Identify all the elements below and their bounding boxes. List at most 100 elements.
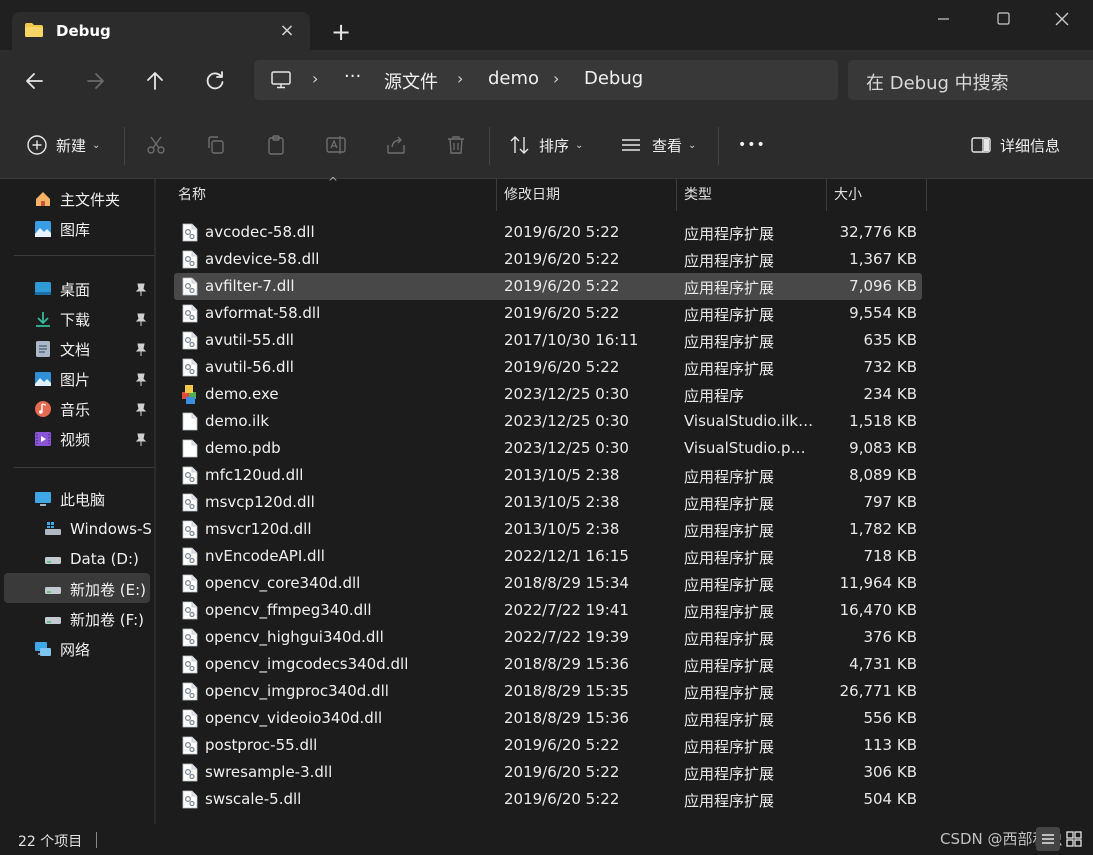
breadcrumb-overflow[interactable]: ··· xyxy=(344,66,361,87)
nav-item-home[interactable]: 主文件夹 xyxy=(34,185,120,213)
nav-item-desktop[interactable]: 桌面 xyxy=(34,275,90,303)
more-options-button[interactable]: ••• xyxy=(738,131,766,159)
pin-icon[interactable] xyxy=(135,373,147,387)
file-row[interactable]: demo.exe 2023/12/25 0:30 应用程序 234 KB xyxy=(174,381,922,408)
file-name: opencv_imgproc340d.dll xyxy=(205,682,389,700)
rename-button[interactable] xyxy=(325,131,347,159)
copy-button[interactable] xyxy=(205,131,227,159)
file-date: 2018/8/29 15:34 xyxy=(504,574,629,592)
view-button[interactable]: 查看 ⌄ xyxy=(620,131,696,159)
share-button[interactable] xyxy=(385,131,407,159)
file-row[interactable]: mfc120ud.dll 2013/10/5 2:38 应用程序扩展 8,089 KB xyxy=(174,462,922,489)
breadcrumb-item[interactable]: demo xyxy=(488,68,539,89)
nav-item-music[interactable]: 音乐 xyxy=(34,395,90,423)
nav-item-videos[interactable]: 视频 xyxy=(34,425,90,453)
file-row[interactable]: demo.ilk 2023/12/25 0:30 VisualStudio.ilk.… xyxy=(174,408,922,435)
file-date: 2019/6/20 5:22 xyxy=(504,250,620,268)
file-row[interactable]: swresample-3.dll 2019/6/20 5:22 应用程序扩展 306 … xyxy=(174,759,922,786)
column-divider[interactable] xyxy=(926,179,927,211)
nav-item-network[interactable]: 网络 xyxy=(34,635,90,663)
file-row[interactable]: opencv_imgcodecs340d.dll 2018/8/29 15:36 应… xyxy=(174,651,922,678)
file-row[interactable]: avdevice-58.dll 2019/6/20 5:22 应用程序扩展 1,367… xyxy=(174,246,922,273)
breadcrumb-item[interactable]: 源文件 xyxy=(384,68,438,94)
column-header-date[interactable]: 修改日期 xyxy=(496,179,676,211)
file-row[interactable]: msvcp120d.dll 2013/10/5 2:38 应用程序扩展 797 KB xyxy=(174,489,922,516)
tab-debug[interactable]: Debug × xyxy=(12,12,310,50)
search-input[interactable]: 在 Debug 中搜索 xyxy=(848,60,1093,100)
nav-item-drive-f[interactable]: 新加卷 (F:) xyxy=(44,605,144,633)
maximize-button[interactable] xyxy=(980,6,1026,34)
nav-item-drive-e[interactable]: 新加卷 (E:) xyxy=(44,575,146,603)
pin-icon[interactable] xyxy=(135,403,147,417)
new-tab-button[interactable]: + xyxy=(326,18,356,46)
tiles-view-icon[interactable] xyxy=(1062,827,1086,851)
file-row[interactable]: avcodec-58.dll 2019/6/20 5:22 应用程序扩展 32,776… xyxy=(174,219,922,246)
paste-button[interactable] xyxy=(265,131,287,159)
column-header-name[interactable]: 名称 xyxy=(170,179,496,211)
file-row[interactable]: swscale-5.dll 2019/6/20 5:22 应用程序扩展 504 KB xyxy=(174,786,922,813)
file-row[interactable]: postproc-55.dll 2019/6/20 5:22 应用程序扩展 113 K… xyxy=(174,732,922,759)
file-date: 2018/8/29 15:35 xyxy=(504,682,629,700)
address-bar[interactable]: › ··· 源文件 › demo › Debug xyxy=(254,60,838,100)
dll-icon xyxy=(182,331,198,350)
file-row[interactable]: opencv_ffmpeg340.dll 2022/7/22 19:41 应用程序扩… xyxy=(174,597,922,624)
nav-item-windows-drive[interactable]: Windows-S xyxy=(44,515,152,543)
nav-item-pictures[interactable]: 图片 xyxy=(34,365,90,393)
file-row[interactable]: avutil-56.dll 2019/6/20 5:22 应用程序扩展 732 KB xyxy=(174,354,922,381)
column-header-type[interactable]: 类型 xyxy=(676,179,826,211)
file-size: 1,782 KB xyxy=(849,520,917,538)
file-row[interactable]: avutil-55.dll 2017/10/30 16:11 应用程序扩展 635 K… xyxy=(174,327,922,354)
back-button[interactable] xyxy=(18,64,52,98)
dll-icon xyxy=(182,574,198,593)
file-row[interactable]: opencv_videoio340d.dll 2018/8/29 15:36 应用程… xyxy=(174,705,922,732)
minimize-button[interactable] xyxy=(920,6,966,34)
file-row[interactable]: opencv_core340d.dll 2018/8/29 15:34 应用程序扩展… xyxy=(174,570,922,597)
chevron-right-icon[interactable]: › xyxy=(553,69,559,88)
file-size: 32,776 KB xyxy=(839,223,917,241)
file-type: 应用程序扩展 xyxy=(684,495,775,513)
file-name: opencv_imgcodecs340d.dll xyxy=(205,655,409,673)
nav-item-downloads[interactable]: 下载 xyxy=(34,305,90,333)
sort-button[interactable]: 排序 ⌄ xyxy=(509,131,583,159)
breadcrumb-item[interactable]: Debug xyxy=(584,68,643,89)
dll-icon xyxy=(182,547,198,566)
pin-icon[interactable] xyxy=(135,433,147,447)
file-type: 应用程序扩展 xyxy=(684,657,775,675)
file-type: 应用程序扩展 xyxy=(684,522,775,540)
nav-item-this-pc[interactable]: 此电脑 xyxy=(34,485,105,513)
refresh-button[interactable] xyxy=(198,64,232,98)
file-row[interactable]: msvcr120d.dll 2013/10/5 2:38 应用程序扩展 1,782 K… xyxy=(174,516,922,543)
nav-item-label: 图库 xyxy=(60,220,91,239)
nav-item-documents[interactable]: 文档 xyxy=(34,335,90,363)
pin-icon[interactable] xyxy=(135,283,147,297)
file-row[interactable]: demo.pdb 2023/12/25 0:30 VisualStudio.pd..… xyxy=(174,435,922,462)
chevron-right-icon[interactable]: › xyxy=(312,69,318,88)
new-label: 新建 xyxy=(56,136,87,155)
nav-item-gallery[interactable]: 图库 xyxy=(34,215,90,243)
file-name: opencv_videoio340d.dll xyxy=(205,709,383,727)
column-header-size[interactable]: 大小 xyxy=(826,179,926,211)
cut-button[interactable] xyxy=(145,131,167,159)
chevron-right-icon[interactable]: › xyxy=(457,69,463,88)
file-row[interactable]: opencv_highgui340d.dll 2022/7/22 19:39 应用程… xyxy=(174,624,922,651)
close-window-button[interactable] xyxy=(1040,6,1086,34)
nav-item-drive-d[interactable]: Data (D:) xyxy=(44,545,139,573)
pin-icon[interactable] xyxy=(135,313,147,327)
file-row[interactable]: avformat-58.dll 2019/6/20 5:22 应用程序扩展 9,554… xyxy=(174,300,922,327)
file-name: demo.ilk xyxy=(205,412,270,430)
dll-icon xyxy=(182,655,198,674)
exe-icon xyxy=(182,385,196,404)
forward-button[interactable] xyxy=(78,64,112,98)
pin-icon[interactable] xyxy=(135,343,147,357)
divider xyxy=(14,255,154,256)
file-row[interactable]: opencv_imgproc340d.dll 2018/8/29 15:35 应用程… xyxy=(174,678,922,705)
file-name: msvcr120d.dll xyxy=(205,520,312,538)
file-row[interactable]: avfilter-7.dll 2019/6/20 5:22 应用程序扩展 7,096 … xyxy=(174,273,922,300)
file-row[interactable]: nvEncodeAPI.dll 2022/12/1 16:15 应用程序扩展 718 … xyxy=(174,543,922,570)
up-button[interactable] xyxy=(138,64,172,98)
details-pane-button[interactable]: 详细信息 xyxy=(970,131,1060,159)
tab-close-button[interactable]: × xyxy=(276,20,298,42)
new-button[interactable]: 新建 ⌄ xyxy=(26,131,100,159)
delete-button[interactable] xyxy=(445,131,467,159)
details-view-icon[interactable] xyxy=(1036,827,1060,851)
